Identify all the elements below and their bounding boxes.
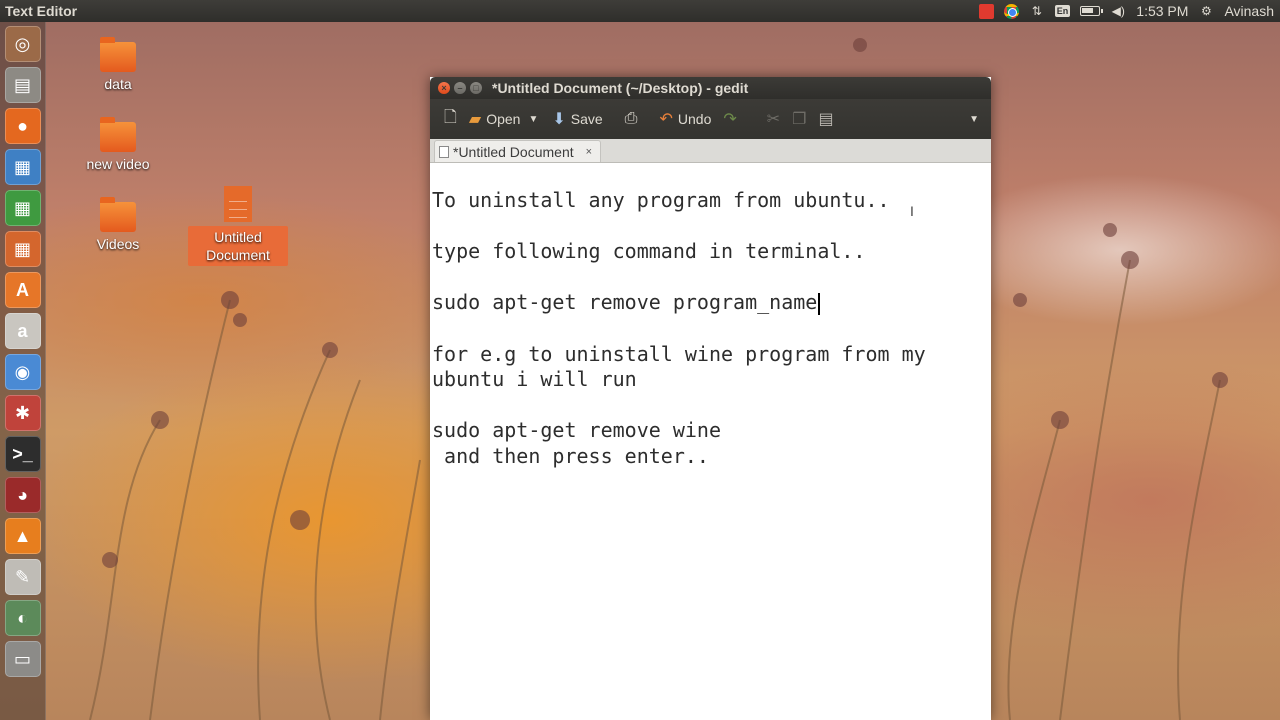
desktop-icon-videos[interactable]: Videos [68, 197, 168, 252]
window-maximize-button[interactable]: □ [470, 82, 482, 94]
window-close-button[interactable]: × [438, 82, 450, 94]
editor-line: type following command in terminal.. [432, 239, 866, 264]
copy-button[interactable]: ❐ [786, 104, 812, 134]
desktop-icon-label: Videos [96, 236, 140, 252]
desktop-icon-new-video[interactable]: new video [68, 117, 168, 172]
indicator-red-icon[interactable] [978, 3, 994, 19]
launcher: ◎ ▤ ● ▦ ▦ ▦ Aa ◉ ✱ >_ ◕ ▲ ✎ ◐ ▭ [0, 22, 46, 720]
system-monitor-icon[interactable]: ◐ [4, 600, 41, 636]
desktop-icon-label: data [104, 76, 132, 92]
tab-label: *Untitled Document [453, 143, 574, 160]
text-editor-icon[interactable]: ✎ [4, 559, 41, 595]
network-icon[interactable]: ⇅ [1029, 3, 1045, 19]
editor-line: and then press enter.. [432, 443, 709, 468]
text-editor-area[interactable]: To uninstall any program from ubuntu.. ty… [430, 163, 991, 720]
tab-untitled-document[interactable]: *Untitled Document × [434, 140, 602, 162]
open-button[interactable]: ▰ Open [463, 104, 527, 134]
redo-icon: ↷ [723, 111, 737, 128]
battery-icon[interactable] [1080, 6, 1104, 16]
top-panel: Text Editor ⇅ En ◀) 1:53 PM ⚙ Avinash [0, 0, 1280, 22]
desktop-icon-label: new video [86, 156, 150, 172]
editor-line: for e.g to uninstall wine program from m… [432, 341, 926, 366]
save-button[interactable]: ⬇ Save [546, 104, 608, 134]
desktop-icon-untitled-document[interactable]: Untitled Document [188, 186, 288, 266]
desktop-icon-label: Untitled Document [188, 226, 288, 266]
print-button[interactable]: ⎙ [619, 104, 644, 134]
open-label: Open [486, 111, 521, 127]
mouse-ibeam-cursor-icon: I [910, 203, 914, 219]
folder-icon [100, 197, 136, 232]
save-icon: ⬇ [552, 111, 566, 128]
new-document-button[interactable]: 🗋 [438, 104, 463, 134]
save-label: Save [570, 111, 603, 127]
clock[interactable]: 1:53 PM [1136, 3, 1188, 19]
toolbar-overflow-icon[interactable]: ▼ [969, 114, 979, 125]
window-titlebar[interactable]: × – □ *Untitled Document (~/Desktop) - g… [430, 77, 991, 99]
undo-button[interactable]: ↶ Undo [653, 104, 717, 134]
document-icon [439, 145, 449, 158]
firefox-icon[interactable]: ● [4, 108, 41, 144]
redo-button[interactable]: ↷ [717, 104, 742, 134]
system-tray: ⇅ En ◀) 1:53 PM ⚙ Avinash [978, 3, 1280, 19]
tab-close-icon[interactable]: × [586, 146, 592, 158]
libreoffice-calc-icon[interactable]: ▦ [4, 190, 41, 226]
folder-icon [100, 37, 136, 72]
volume-icon[interactable]: ◀) [1110, 3, 1126, 19]
paste-button[interactable]: ▤ [813, 104, 840, 134]
undo-icon: ↶ [659, 111, 673, 128]
document-icon [224, 186, 252, 222]
editor-line: sudo apt-get remove program_name [432, 290, 991, 316]
copy-icon: ❐ [792, 111, 807, 128]
folder-icon [100, 117, 136, 152]
toolbar: 🗋 ▰ Open ▼ ⬇ Save ⎙ ↶ Undo ↷ ✂ ❐ ▤ ▼ [430, 99, 991, 139]
ubuntu-dash-icon[interactable]: ◎ [4, 26, 41, 62]
cut-icon: ✂ [766, 111, 781, 128]
files-icon[interactable]: ▤ [4, 67, 41, 103]
desktop-icon-data[interactable]: data [68, 37, 168, 92]
amazon-icon[interactable]: a [4, 313, 41, 349]
window-title: *Untitled Document (~/Desktop) - gedit [492, 80, 749, 96]
vlc-icon[interactable]: ▲ [4, 518, 41, 554]
software-center-icon[interactable]: A [4, 272, 41, 308]
chrome-icon[interactable] [1003, 3, 1019, 19]
editor-line: ubuntu i will run [432, 367, 637, 392]
drive-icon[interactable]: ▭ [4, 641, 41, 677]
cut-button[interactable]: ✂ [761, 104, 786, 134]
folder-open-icon: ▰ [468, 111, 482, 128]
libreoffice-impress-icon[interactable]: ▦ [4, 231, 41, 267]
open-recent-dropdown-icon[interactable]: ▼ [528, 114, 538, 125]
user-name[interactable]: Avinash [1224, 3, 1274, 19]
gedit-window: × – □ *Untitled Document (~/Desktop) - g… [430, 77, 991, 720]
terminal-icon[interactable]: >_ [4, 436, 41, 472]
editor-line: To uninstall any program from ubuntu.. [432, 188, 890, 212]
print-icon: ⎙ [624, 110, 638, 127]
libreoffice-writer-icon[interactable]: ▦ [4, 149, 41, 185]
system-settings-icon[interactable]: ✱ [4, 395, 41, 431]
window-minimize-button[interactable]: – [454, 82, 466, 94]
new-document-icon: 🗋 [444, 108, 457, 126]
settings-gear-icon[interactable]: ⚙ [1198, 3, 1214, 19]
app-red-icon[interactable]: ◕ [4, 477, 41, 513]
active-app-title: Text Editor [5, 3, 78, 19]
text-caret [818, 292, 820, 315]
paste-icon: ▤ [818, 111, 834, 128]
keyboard-layout-indicator[interactable]: En [1054, 5, 1071, 17]
undo-label: Undo [677, 111, 712, 127]
chromium-icon[interactable]: ◉ [4, 354, 41, 390]
editor-line: sudo apt-get remove wine [432, 418, 721, 443]
tab-bar: *Untitled Document × [430, 139, 991, 163]
